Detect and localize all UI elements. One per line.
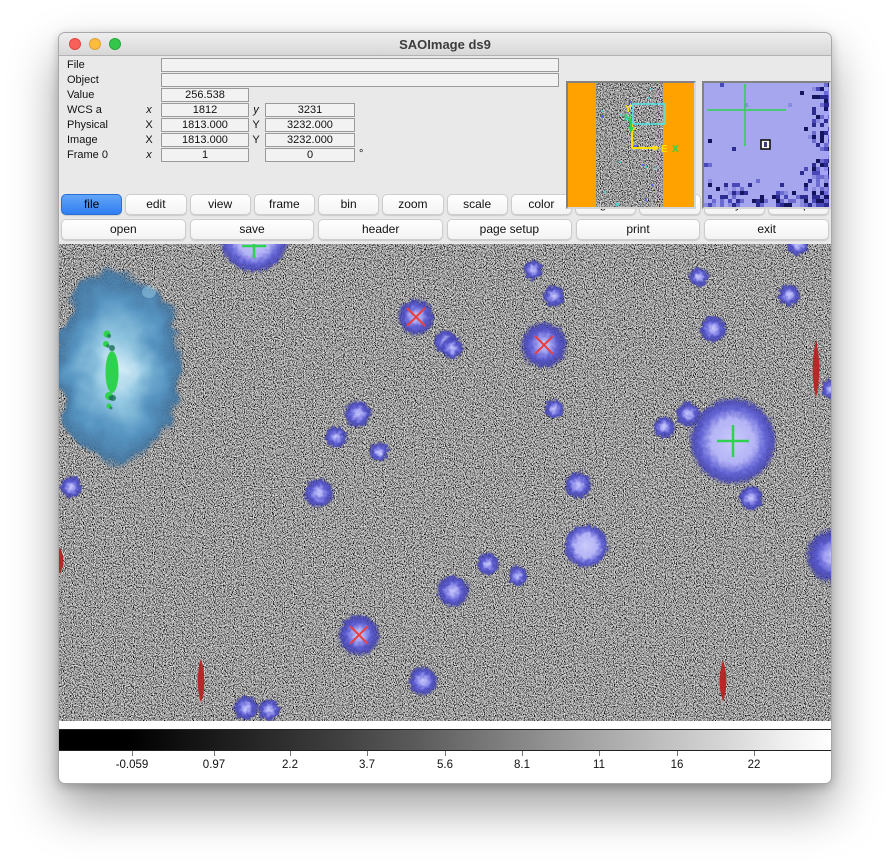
wcs-label: WCS a (67, 103, 102, 117)
colorbar-tick (522, 751, 523, 756)
menu-file[interactable]: file (61, 194, 122, 215)
colorbar-tick (367, 751, 368, 756)
action-bar: open save header page setup print exit (59, 216, 831, 242)
colorbar-tick-label: 3.7 (359, 759, 375, 771)
minimize-button[interactable] (89, 38, 101, 50)
colorbar-tick-label: 16 (671, 759, 684, 771)
menu-zoom[interactable]: zoom (382, 194, 443, 215)
colorbar-tick-label: 11 (593, 759, 605, 771)
magnifier-view (704, 83, 829, 207)
colorbar-tick (754, 751, 755, 756)
panner-compass-n-label: N (624, 113, 631, 124)
colorbar-labels: -0.059 0.97 2.2 3.7 5.6 8.1 11 16 22 (59, 757, 831, 773)
frame-x-label: x (143, 148, 155, 162)
header-button[interactable]: header (318, 219, 443, 240)
wcs-x-label: x (143, 103, 155, 117)
menu-frame[interactable]: frame (254, 194, 315, 215)
colorbar-tick (599, 751, 600, 756)
object-label: Object (67, 73, 99, 87)
traffic-lights (69, 38, 121, 50)
colorbar-gradient[interactable] (59, 729, 831, 751)
page-setup-button[interactable]: page setup (447, 219, 572, 240)
menu-edit[interactable]: edit (125, 194, 186, 215)
colorbar-tick-label: 8.1 (514, 759, 530, 771)
menu-view[interactable]: view (190, 194, 251, 215)
physical-y-field[interactable]: 3232.000 (265, 118, 355, 132)
colorbar-tick (214, 751, 215, 756)
degree-symbol: ° (359, 147, 363, 161)
print-button[interactable]: print (576, 219, 701, 240)
object-field[interactable] (161, 73, 559, 87)
colorbar-section: -0.059 0.97 2.2 3.7 5.6 8.1 11 16 22 (59, 721, 831, 784)
menu-scale[interactable]: scale (447, 194, 508, 215)
file-label: File (67, 58, 85, 72)
window-title: SAOImage ds9 (399, 37, 491, 52)
colorbar-tick-label: -0.059 (116, 759, 149, 771)
colorbar-tick-label: 5.6 (437, 759, 453, 771)
image-x-field[interactable]: 1813.000 (161, 133, 249, 147)
panner-compass-e-label: E (661, 144, 668, 155)
colorbar-tick-label: 0.97 (203, 759, 225, 771)
menu-bin[interactable]: bin (318, 194, 379, 215)
panner-image-strip (596, 83, 663, 207)
app-window: SAOImage ds9 File Object Value 256.538 W… (58, 32, 832, 784)
physical-x-field[interactable]: 1813.000 (161, 118, 249, 132)
wcs-y-field[interactable]: 3231 (265, 103, 355, 117)
panner-view: Y N E X (568, 83, 694, 207)
zoom-window-button[interactable] (109, 38, 121, 50)
value-label: Value (67, 88, 94, 102)
sky-image (59, 244, 831, 721)
colorbar-tick (677, 751, 678, 756)
colorbar-tick-label: 22 (748, 759, 761, 771)
menu-color[interactable]: color (511, 194, 572, 215)
value-field[interactable]: 256.538 (161, 88, 249, 102)
image-label: Image (67, 133, 98, 147)
info-panel: File Object Value 256.538 WCS a x 1812 y… (59, 56, 831, 190)
panner-axis-x-label: X (672, 144, 679, 155)
image-y-field[interactable]: 3232.000 (265, 133, 355, 147)
frame-rotate-field[interactable]: 0 (265, 148, 355, 162)
wcs-x-field[interactable]: 1812 (161, 103, 249, 117)
panner-panel[interactable]: Y N E X (566, 81, 696, 209)
colorbar-tick-label: 2.2 (282, 759, 298, 771)
colorbar-tick (445, 751, 446, 756)
physical-x-label: X (143, 118, 155, 132)
magnifier-panel[interactable] (702, 81, 831, 209)
frame-label: Frame 0 (67, 148, 108, 162)
colorbar-tick (290, 751, 291, 756)
image-canvas[interactable] (59, 244, 831, 721)
file-field[interactable] (161, 58, 559, 72)
image-y-label: Y (250, 133, 262, 147)
saturated-galaxy (59, 266, 187, 470)
wcs-y-label: y (250, 103, 262, 117)
frame-zoom-field[interactable]: 1 (161, 148, 249, 162)
physical-label: Physical (67, 118, 108, 132)
open-button[interactable]: open (61, 219, 186, 240)
physical-y-label: Y (250, 118, 262, 132)
colorbar-tick (132, 751, 133, 756)
info-row-file: File (59, 58, 831, 72)
title-bar[interactable]: SAOImage ds9 (59, 33, 831, 56)
magnifier-cursor-icon (761, 140, 770, 149)
image-x-label: X (143, 133, 155, 147)
exit-button[interactable]: exit (704, 219, 829, 240)
save-button[interactable]: save (190, 219, 315, 240)
close-button[interactable] (69, 38, 81, 50)
